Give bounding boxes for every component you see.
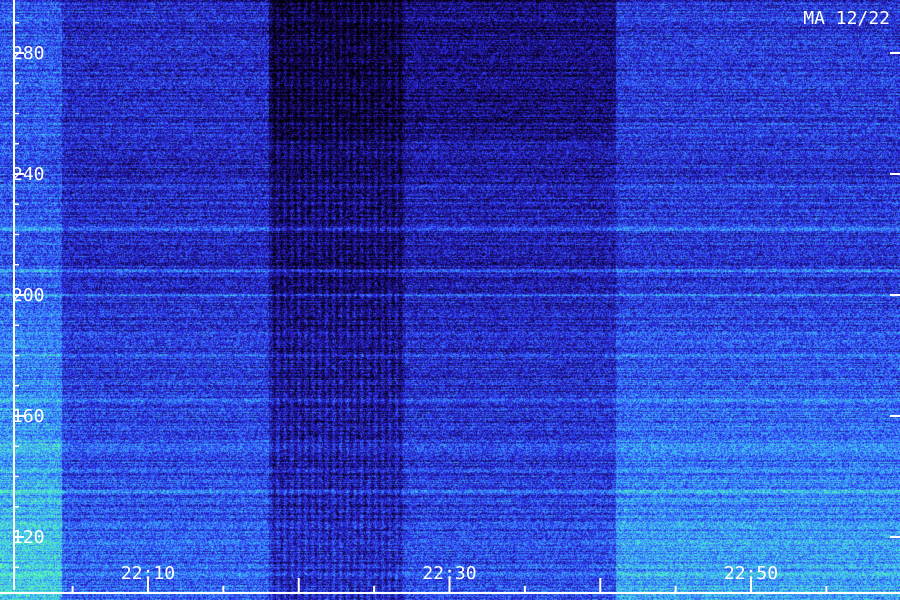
y-tick-label: 280 (12, 43, 45, 64)
chart-title: MA 12/22 (803, 8, 890, 29)
y-tick-label: 120 (12, 527, 45, 548)
x-tick-label: 22:30 (422, 563, 476, 584)
x-tick-label: 22:10 (121, 563, 175, 584)
y-tick-label: 200 (12, 285, 45, 306)
y-tick-label: 160 (12, 406, 45, 427)
x-tick-label: 22:50 (724, 563, 778, 584)
y-tick-label: 240 (12, 164, 45, 185)
axes-group: 280 240 200 160 120 22:10 22:30 22:50 (0, 0, 900, 594)
spectrogram-panel: MA 12/22 280 240 200 160 120 22:10 22:30 22:50 (0, 0, 900, 600)
chart-overlay: MA 12/22 280 240 200 160 120 22:10 22:30 22:50 (0, 0, 900, 594)
